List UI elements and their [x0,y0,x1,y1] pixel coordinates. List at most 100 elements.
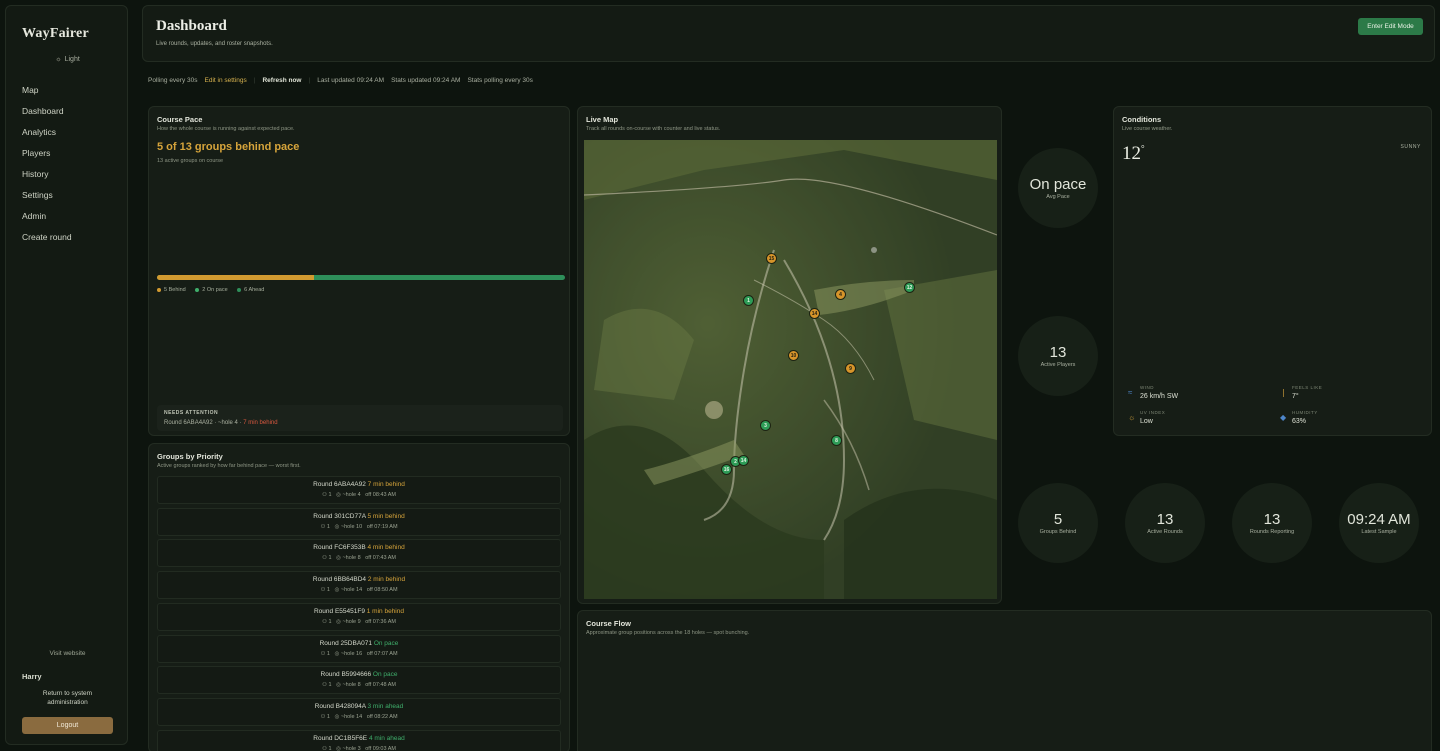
group-meta: ⚇ 1 ◎ ~hole 8 off 07:48 AM [158,682,560,688]
card-title: Live Map [586,115,619,124]
group-row[interactable]: Round 6ABA4A92 7 min behind ⚇ 1 ◎ ~hole 4… [157,476,561,504]
attention-text: Round 6ABA4A92 · ~hole 4 · 7 min behind [164,420,278,426]
legend-onpace: 2 On pace [202,287,228,293]
stat-value: 13 [1263,511,1281,528]
group-row[interactable]: Round 6BB64BD4 2 min behind ⚇ 1 ◎ ~hole 1… [157,571,561,600]
players-icon: ⚇ [321,492,327,498]
group-title: Round B5994666 On pace [158,671,560,678]
logout-button[interactable]: Logout [22,717,113,734]
group-marker-ok[interactable]: 16 [721,464,732,475]
groups-by-priority-card: Groups by Priority Active groups ranked … [148,443,570,751]
tee-off-time: off 07:43 AM [365,555,397,562]
temperature-value: 12 [1122,143,1141,164]
tee-off-time: off 07:48 AM [365,682,397,689]
hole: ~hole 9 [342,618,361,625]
divider: | [253,77,256,84]
pace-subtext: 13 active groups on course [157,158,224,164]
group-row[interactable]: Round FC6F353B 4 min behind ⚇ 1 ◎ ~hole 8… [157,539,561,568]
uv-metric: ☼ UV INDEX Low [1122,410,1262,432]
polling-status: Polling every 30s [148,77,198,84]
sidebar-item-analytics[interactable]: Analytics [22,127,56,137]
app-logo[interactable]: WayFairer [22,26,89,42]
round-id: Round 6ABA4A92 [313,481,366,488]
hole: ~hole 3 [342,745,361,751]
hole: ~hole 16 [340,650,363,657]
group-marker-behind[interactable]: 9 [845,363,856,374]
player-count: 1 [326,523,330,530]
group-marker-behind[interactable]: 14 [809,308,820,319]
group-title: Round 301CD77A 5 min behind [158,513,560,520]
sidebar-item-dashboard[interactable]: Dashboard [22,106,64,116]
sidebar-item-players[interactable]: Players [22,148,50,158]
card-subtitle: Active groups ranked by how far behind p… [157,463,301,469]
group-meta: ⚇ 1 ◎ ~hole 8 off 07:43 AM [158,555,560,561]
group-marker-ok[interactable]: 3 [760,420,771,431]
pace-status: 4 min ahead [368,734,405,742]
sidebar-item-map[interactable]: Map [22,85,39,95]
group-marker-behind[interactable]: 10 [788,350,799,361]
player-count: 1 [328,745,332,751]
theme-toggle[interactable]: ☼ Light [6,56,129,63]
stat-value: 13 [1049,344,1067,361]
hole: ~hole 14 [340,713,363,720]
group-row[interactable]: Round 25DBA071 On pace ⚇ 1 ◎ ~hole 16 off… [157,634,561,663]
legend-behind: 5 Behind [164,287,186,293]
stat-value: 5 [1053,511,1063,528]
degree-symbol: ° [1141,143,1145,154]
group-marker-behind[interactable]: 4 [835,289,846,300]
group-row[interactable]: Round DC1B5F6E 4 min ahead ⚇ 1 ◎ ~hole 3 … [157,729,561,751]
edit-settings-link[interactable]: Edit in settings [205,77,247,84]
live-map-card: Live Map Track all rounds on-course with… [577,106,1002,604]
temperature: 12° [1122,143,1145,165]
stat-label: Active Rounds [1147,529,1183,535]
sidebar-item-history[interactable]: History [22,169,48,179]
return-admin-link[interactable]: Return to system administration [26,689,109,707]
group-row[interactable]: Round E55451F9 1 min behind ⚇ 1 ◎ ~hole 9… [157,602,561,631]
visit-website-link[interactable]: Visit website [6,650,129,657]
round-id: Round E55451F9 [313,607,365,615]
group-title: Round DC1B5F6E 4 min ahead [158,735,560,742]
round-id: Round 301CD77A [313,512,366,520]
sky-condition: SUNNY [1400,144,1421,150]
group-marker-ok[interactable]: 1 [743,295,754,306]
group-meta: ⚇ 1 ◎ ~hole 3 off 09:03 AM [158,746,560,751]
group-row[interactable]: Round 301CD77A 5 min behind ⚇ 1 ◎ ~hole 1… [157,507,561,536]
round-id: Round B5994666 [320,671,372,679]
group-title: Round 6BB64BD4 2 min behind [158,576,560,583]
satellite-map[interactable]: 15 1 4 14 12 10 9 3 8 16 2 14 [584,140,997,599]
legend-ahead: 6 Ahead [244,287,265,293]
wind-icon: ≈ [1128,388,1133,397]
conditions-card: Conditions Live course weather. 12° SUNN… [1113,106,1432,436]
edit-mode-button[interactable]: Enter Edit Mode [1358,18,1423,35]
course-pace-card: Course Pace How the whole course is runn… [148,106,570,436]
group-row[interactable]: Round B428094A 3 min ahead ⚇ 1 ◎ ~hole 14… [157,697,561,726]
map-terrain [584,140,997,599]
sidebar-item-admin[interactable]: Admin [22,211,46,221]
players-icon: ⚇ [320,587,326,594]
refresh-button[interactable]: Refresh now [262,77,301,84]
sidebar-item-create-round[interactable]: Create round [22,232,72,242]
metric-label: WIND [1140,385,1154,390]
status-bar: Polling every 30s Edit in settings | Refres… [148,77,540,84]
group-marker-behind[interactable]: 15 [766,253,777,264]
group-marker-ok[interactable]: 12 [904,282,915,293]
card-title: Conditions [1122,115,1162,124]
group-marker-ok[interactable]: 14 [738,455,749,466]
feels-like-metric: ❘ FEELS LIKE 7° [1274,385,1414,407]
group-meta: ⚇ 1 ◎ ~hole 4 off 08:43 AM [158,492,560,498]
sidebar-item-settings[interactable]: Settings [22,190,53,200]
thermometer-icon: ❘ [1280,388,1287,397]
stat-value: 09:24 AM [1347,511,1411,528]
attention-label: NEEDS ATTENTION [164,410,219,416]
group-row[interactable]: Round B5994666 On pace ⚇ 1 ◎ ~hole 8 off … [157,666,561,695]
card-subtitle: Track all rounds on-course with counter … [586,126,721,132]
group-marker-ok[interactable]: 8 [831,435,842,446]
page-subtitle: Live rounds, updates, and roster snapsho… [156,41,273,47]
card-subtitle: Approximate group positions across the 1… [586,630,750,636]
theme-toggle-label: Light [64,56,80,63]
metric-value: Low [1140,418,1153,425]
stat-avg-pace: On pace Avg Pace [1018,148,1098,228]
behind-dot-icon [157,287,161,292]
card-title: Groups by Priority [157,452,223,461]
needs-attention-box[interactable]: NEEDS ATTENTION Round 6ABA4A92 · ~hole 4… [157,405,563,431]
